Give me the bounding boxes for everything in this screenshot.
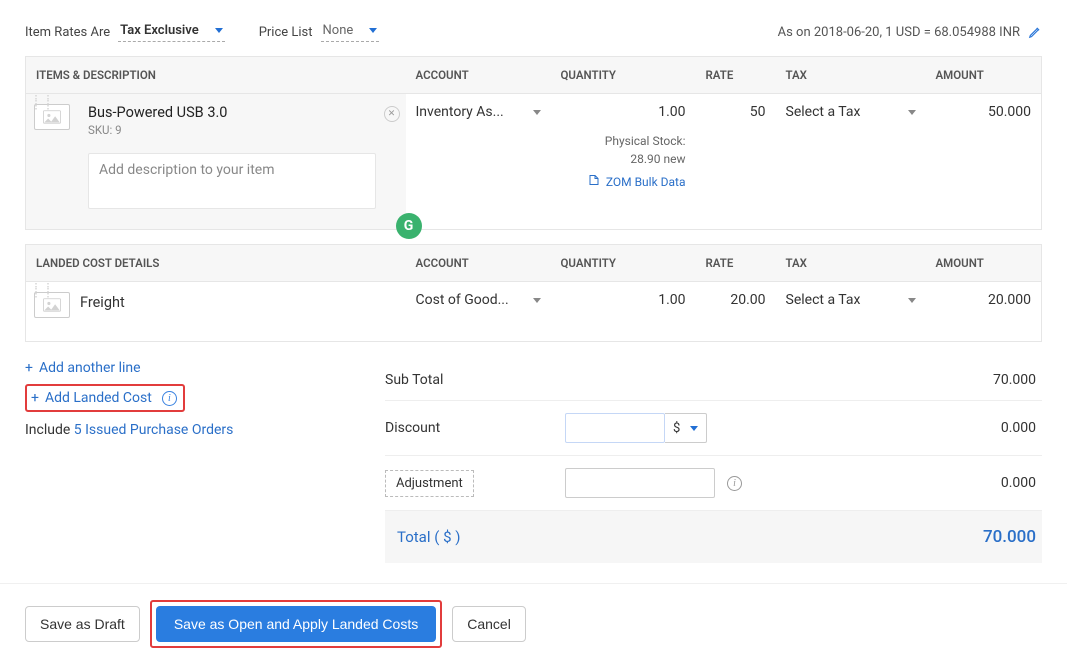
th-account: ACCOUNT: [406, 57, 551, 94]
discount-label: Discount: [385, 420, 565, 436]
quantity-input[interactable]: 1.00: [561, 104, 686, 120]
stock-value: 28.90 new: [561, 150, 686, 168]
chevron-down-icon: [369, 28, 377, 33]
total-value: 70.000: [647, 527, 1036, 547]
chevron-down-icon: [215, 28, 223, 33]
edit-rate-icon[interactable]: [1028, 25, 1042, 39]
add-line-link[interactable]: + Add another line: [25, 360, 345, 376]
subtotal-label: Sub Total: [385, 372, 565, 388]
account-select[interactable]: Inventory As...: [416, 104, 541, 120]
landed-rate-input[interactable]: 20.00: [706, 292, 766, 308]
discount-currency-select[interactable]: $: [665, 413, 707, 443]
save-open-highlight: Save as Open and Apply Landed Costs: [150, 600, 442, 648]
th-amount: AMOUNT: [926, 57, 1042, 94]
price-list-dropdown[interactable]: None: [321, 22, 380, 42]
th-quantity: QUANTITY: [551, 57, 696, 94]
adjustment-input[interactable]: [565, 468, 715, 498]
exchange-rate-text: As on 2018-06-20, 1 USD = 68.054988 INR: [778, 25, 1020, 40]
drag-handle-icon[interactable]: ⋮⋮⋮⋮: [29, 100, 53, 106]
th-rate: RATE: [696, 57, 776, 94]
chevron-down-icon: [533, 298, 541, 303]
info-icon[interactable]: i: [727, 476, 742, 491]
item-rates-label: Item Rates Are: [25, 25, 110, 40]
item-sku: SKU: 9: [88, 123, 396, 137]
issued-po-link[interactable]: 5 Issued Purchase Orders: [74, 422, 234, 438]
th-tax: TAX: [776, 57, 926, 94]
subtotal-value: 70.000: [916, 372, 1036, 388]
description-input[interactable]: Add description to your item: [88, 153, 376, 209]
th-landed: LANDED COST DETAILS: [26, 245, 406, 282]
account-value: Inventory As...: [416, 104, 504, 120]
add-landed-highlight: + Add Landed Cost i: [25, 384, 185, 412]
landed-quantity-input[interactable]: 1.00: [561, 292, 686, 308]
item-rates-dropdown[interactable]: Tax Exclusive: [118, 22, 225, 42]
tax-value: Select a Tax: [786, 104, 861, 120]
landed-item-name[interactable]: Freight: [80, 292, 396, 311]
save-open-button[interactable]: Save as Open and Apply Landed Costs: [156, 606, 436, 642]
save-draft-button[interactable]: Save as Draft: [25, 606, 140, 642]
item-rates-value: Tax Exclusive: [120, 23, 199, 38]
file-icon: [588, 174, 600, 189]
discount-value: 0.000: [916, 420, 1036, 436]
th-items: ITEMS & DESCRIPTION: [26, 57, 406, 94]
stock-label: Physical Stock:: [561, 132, 686, 150]
th-rate: RATE: [696, 245, 776, 282]
drag-handle-icon[interactable]: ⋮⋮⋮⋮: [29, 288, 53, 294]
cancel-button[interactable]: Cancel: [452, 606, 526, 642]
item-name[interactable]: Bus-Powered USB 3.0: [88, 104, 396, 121]
chevron-down-icon: [690, 426, 698, 431]
landed-tax-select[interactable]: Select a Tax: [786, 292, 916, 308]
plus-icon: +: [25, 360, 33, 376]
grammarly-icon: G: [396, 213, 422, 239]
include-label: Include: [25, 422, 74, 438]
chevron-down-icon: [533, 110, 541, 115]
adjustment-value: 0.000: [916, 475, 1036, 491]
add-landed-cost-link[interactable]: + Add Landed Cost i: [31, 390, 177, 406]
plus-icon: +: [31, 390, 39, 406]
th-amount: AMOUNT: [926, 245, 1042, 282]
chevron-down-icon: [908, 110, 916, 115]
clear-item-icon[interactable]: ✕: [384, 106, 400, 122]
bulk-data-link[interactable]: ZOM Bulk Data: [588, 174, 686, 189]
price-list-value: None: [323, 23, 354, 38]
adjustment-label-input[interactable]: Adjustment: [385, 470, 474, 497]
landed-account-select[interactable]: Cost of Good...: [416, 292, 541, 308]
tax-select[interactable]: Select a Tax: [786, 104, 916, 120]
discount-input[interactable]: [565, 413, 665, 443]
th-tax: TAX: [776, 245, 926, 282]
th-account: ACCOUNT: [406, 245, 551, 282]
amount-value: 50.000: [936, 104, 1032, 120]
chevron-down-icon: [908, 298, 916, 303]
th-quantity: QUANTITY: [551, 245, 696, 282]
total-label: Total ( $ ): [397, 528, 647, 546]
info-icon[interactable]: i: [162, 391, 177, 406]
landed-amount-value: 20.000: [936, 292, 1032, 308]
price-list-label: Price List: [259, 25, 313, 40]
rate-input[interactable]: 50: [706, 104, 766, 120]
